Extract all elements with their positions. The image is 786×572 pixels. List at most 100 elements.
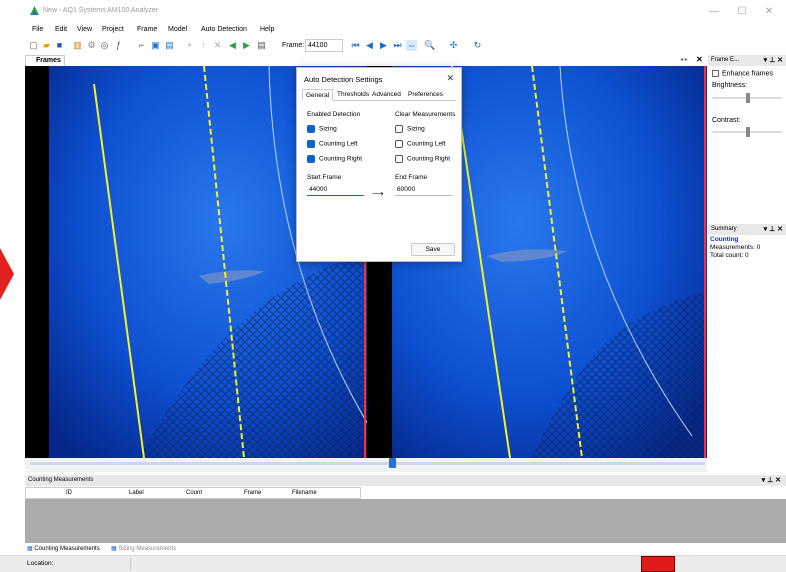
first-frame-icon[interactable]: ⏮	[350, 40, 361, 51]
pin-icon[interactable]: ▾ ⊥ ✕	[764, 56, 783, 64]
close-window-button[interactable]: ✕	[754, 4, 784, 20]
save-button[interactable]: Save	[411, 243, 455, 256]
menu-frame[interactable]: Frame	[137, 26, 157, 33]
enabled-counting-right-checkbox[interactable]: Counting Right	[307, 155, 362, 163]
frame-number-input[interactable]: 44100	[305, 39, 343, 52]
play-back-icon[interactable]: ◀	[227, 40, 238, 51]
column-count[interactable]: Count	[186, 490, 202, 496]
menu-view[interactable]: View	[77, 26, 92, 33]
app-logo-icon	[30, 6, 39, 15]
function-icon[interactable]: ƒ	[113, 40, 124, 51]
measurements-table-header: ID Label Count Frame Filename	[25, 487, 361, 499]
enabled-counting-right-label: Counting Right	[319, 155, 362, 163]
open-folder-icon[interactable]: ▰	[41, 40, 52, 51]
clear-sizing-checkbox[interactable]: Sizing	[395, 125, 425, 133]
chart-icon[interactable]: ▥	[72, 40, 83, 51]
frame-panel-header: Frame E... ▾ ⊥ ✕	[708, 55, 786, 66]
frame-slider-bar	[25, 458, 707, 472]
enabled-sizing-checkbox[interactable]: Sizing	[307, 125, 337, 133]
checked-icon	[307, 140, 315, 148]
last-frame-icon[interactable]: ⏭	[392, 40, 403, 51]
pin-icon[interactable]: ▾ ⊥ ✕	[764, 225, 783, 233]
status-divider	[130, 558, 131, 570]
enabled-counting-left-checkbox[interactable]: Counting Left	[307, 140, 358, 148]
column-frame[interactable]: Frame	[244, 490, 261, 496]
clear-counting-right-checkbox[interactable]: Counting Right	[395, 155, 450, 163]
tab-preferences[interactable]: Preferences	[405, 89, 446, 101]
end-frame-input[interactable]: 60000	[395, 185, 452, 196]
rotate-icon[interactable]: ↻	[472, 40, 483, 51]
arrow-right-icon: ⟶	[372, 189, 384, 198]
settings-icon[interactable]: ⚙	[86, 40, 97, 51]
pin-icon[interactable]: ▾ ⊥ ✕	[762, 476, 781, 484]
next-frame-icon[interactable]: ▶	[378, 40, 389, 51]
search-icon[interactable]: ◎	[99, 40, 110, 51]
summary-panel-header: Summary ▾ ⊥ ✕	[708, 224, 786, 235]
menu-file[interactable]: File	[32, 26, 43, 33]
save-icon[interactable]: ■	[54, 40, 65, 51]
menu-project[interactable]: Project	[102, 26, 124, 33]
tab-frames[interactable]: Frames	[25, 55, 65, 66]
clear-sizing-label: Sizing	[407, 125, 425, 133]
close-icon[interactable]: ✕	[696, 55, 703, 64]
clear-counting-right-label: Counting Right	[407, 155, 450, 163]
frame-slider-thumb[interactable]	[389, 458, 396, 468]
menu-edit[interactable]: Edit	[55, 26, 67, 33]
tab-advanced[interactable]: Advanced	[369, 89, 404, 101]
location-label: Location:	[27, 560, 54, 567]
start-frame-label: Start Frame	[307, 174, 342, 181]
tab-scroll-icon[interactable]: ◂ ▸	[680, 56, 688, 63]
start-frame-input[interactable]: 44000	[307, 185, 364, 196]
clear-counting-left-checkbox[interactable]: Counting Left	[395, 140, 446, 148]
window-title: New - AQ1 Systems AM100 Analyzer	[43, 7, 159, 14]
measurements-table-body[interactable]	[25, 499, 786, 543]
tab-thresholds[interactable]: Thresholds	[334, 89, 372, 101]
move-up-icon[interactable]: ↑	[198, 40, 209, 51]
add-point-icon[interactable]: +	[184, 40, 195, 51]
delete-icon[interactable]: ✕	[212, 40, 223, 51]
menu-auto-detection[interactable]: Auto Detection	[201, 26, 247, 33]
zoom-icon[interactable]: 🔍	[424, 40, 435, 51]
maximize-button[interactable]: ☐	[727, 4, 757, 20]
measure-icon[interactable]: ⌐	[136, 40, 147, 51]
menu-help[interactable]: Help	[260, 26, 274, 33]
unchecked-icon	[395, 125, 403, 133]
new-file-icon[interactable]: ▢	[28, 40, 39, 51]
checkbox-icon	[712, 70, 719, 77]
layout-single-icon[interactable]: ▣	[150, 40, 161, 51]
end-frame-label: End Frame	[395, 174, 428, 181]
red-marker	[641, 556, 675, 572]
tab-counting-measurements[interactable]: ▦ Counting Measurements	[27, 545, 100, 552]
pan-icon[interactable]: ✣	[448, 40, 459, 51]
dialog-close-button[interactable]: ✕	[446, 73, 454, 84]
counting-panel-title: Counting Measurements	[28, 477, 94, 483]
play-icon[interactable]: ▶	[241, 40, 252, 51]
frame-panel-title: Frame E...	[711, 57, 740, 63]
enabled-sizing-label: Sizing	[319, 125, 337, 133]
contrast-slider[interactable]	[712, 127, 782, 137]
summary-total: Total count: 0	[710, 252, 749, 259]
tab-sizing-measurements[interactable]: ▦ Sizing Measurements	[111, 545, 176, 552]
column-id[interactable]: ID	[66, 490, 72, 496]
minimize-button[interactable]: —	[699, 4, 729, 20]
unchecked-icon	[395, 155, 403, 163]
brightness-slider[interactable]	[712, 93, 782, 103]
column-label[interactable]: Label	[129, 490, 144, 496]
sync-icon[interactable]: ⇔	[406, 40, 417, 51]
contrast-label: Contrast:	[712, 117, 741, 124]
column-filename[interactable]: Filename	[292, 490, 317, 496]
layout-split-icon[interactable]: ▤	[164, 40, 175, 51]
menu-bar: File Edit View Project Frame Model Auto …	[0, 24, 786, 38]
enabled-detection-heading: Enabled Detection	[307, 111, 361, 118]
auto-detection-dialog: Auto Detection Settings ✕ General Thresh…	[296, 67, 462, 262]
enhance-frames-checkbox[interactable]: Enhance frames	[712, 70, 773, 77]
left-margin	[0, 55, 25, 555]
frame-slider-track[interactable]	[30, 462, 705, 465]
counting-panel-header: Counting Measurements ▾ ⊥ ✕	[25, 475, 786, 486]
menu-model[interactable]: Model	[168, 26, 187, 33]
tab-general[interactable]: General	[302, 89, 334, 101]
frame-enhancement-panel: Frame E... ▾ ⊥ ✕ Enhance frames Brightne…	[708, 55, 786, 223]
clear-counting-left-label: Counting Left	[407, 140, 446, 148]
export-icon[interactable]: ▤	[256, 40, 267, 51]
prev-frame-icon[interactable]: ◀	[364, 40, 375, 51]
